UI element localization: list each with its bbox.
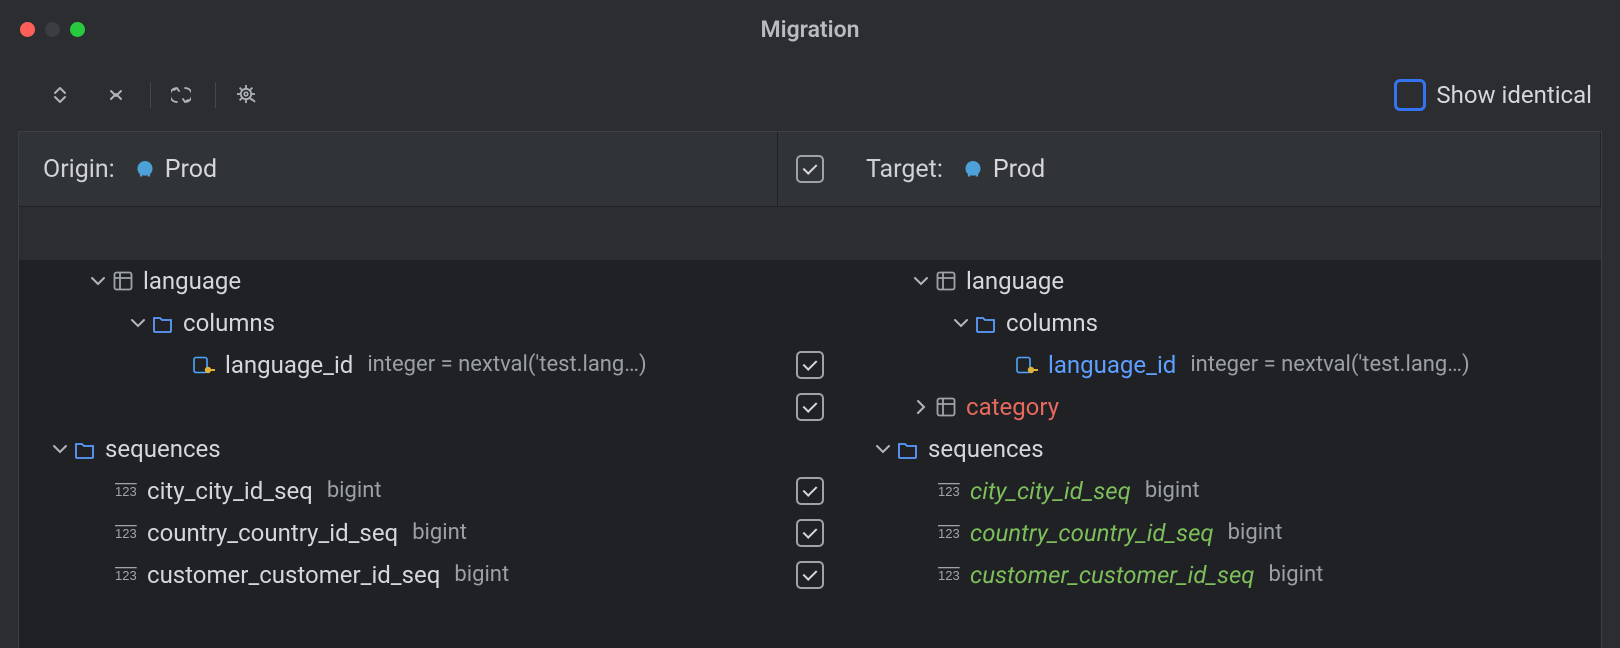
tree-node-table[interactable]: category	[842, 386, 1601, 428]
select-all-cell	[778, 132, 842, 207]
folder-icon	[71, 439, 99, 459]
tree-node-folder[interactable]: columns	[842, 302, 1601, 344]
toolbar-separator	[150, 82, 151, 108]
row-checkbox[interactable]	[796, 393, 824, 421]
row-checkbox[interactable]	[796, 519, 824, 547]
origin-header: Origin: Prod	[19, 132, 778, 207]
sequence-icon	[113, 565, 141, 585]
collapse-all-button[interactable]	[44, 84, 76, 106]
tree-node-sequence[interactable]: customer_customer_id_seq bigint	[842, 554, 1601, 596]
target-datasource-name: Prod	[993, 155, 1045, 184]
origin-label: Origin:	[43, 155, 115, 184]
window-title: Migration	[0, 16, 1620, 43]
row-checkbox[interactable]	[796, 477, 824, 505]
key-column-icon	[191, 355, 219, 375]
postgres-icon	[959, 159, 987, 179]
tree-node-table[interactable]: language	[842, 260, 1601, 302]
expand-all-button[interactable]	[100, 84, 132, 106]
target-tree[interactable]: language columns language_id integer = n…	[842, 260, 1601, 648]
tree-empty-row	[19, 386, 777, 428]
tree-node-column[interactable]: language_id integer = nextval('test.lang…	[842, 344, 1601, 386]
tree-node-table[interactable]: language	[19, 260, 777, 302]
settings-button[interactable]	[230, 83, 264, 107]
origin-tree[interactable]: language columns language_id integer = n…	[19, 260, 778, 648]
chevron-down-icon[interactable]	[87, 271, 109, 291]
table-icon	[932, 271, 960, 291]
titlebar: Migration	[0, 0, 1620, 59]
chevron-down-icon[interactable]	[872, 439, 894, 459]
tree-node-folder[interactable]: sequences	[842, 428, 1601, 470]
chevron-down-icon[interactable]	[950, 313, 972, 333]
origin-datasource-name: Prod	[165, 155, 217, 184]
chevron-right-icon[interactable]	[910, 397, 932, 417]
tree-node-sequence[interactable]: city_city_id_seq bigint	[842, 470, 1601, 512]
postgres-icon	[131, 159, 159, 179]
select-all-checkbox[interactable]	[796, 155, 824, 183]
tree-node-sequence[interactable]: city_city_id_seq bigint	[19, 470, 777, 512]
sequence-icon	[113, 481, 141, 501]
toolbar: Show identical	[0, 59, 1620, 131]
folder-icon	[149, 313, 177, 333]
toolbar-separator	[215, 82, 216, 108]
row-checkbox[interactable]	[796, 561, 824, 589]
chevron-down-icon[interactable]	[910, 271, 932, 291]
folder-icon	[894, 439, 922, 459]
table-icon	[109, 271, 137, 291]
sequence-icon	[936, 565, 964, 585]
sequence-icon	[936, 481, 964, 501]
folder-icon	[972, 313, 1000, 333]
chevron-down-icon[interactable]	[49, 439, 71, 459]
tree-node-folder[interactable]: columns	[19, 302, 777, 344]
sequence-icon	[936, 523, 964, 543]
tree-node-folder[interactable]: sequences	[19, 428, 777, 470]
selection-column	[778, 260, 842, 648]
show-identical-checkbox[interactable]	[1394, 79, 1426, 111]
chevron-down-icon[interactable]	[127, 313, 149, 333]
show-identical-label: Show identical	[1436, 81, 1592, 109]
show-identical-toggle[interactable]: Show identical	[1394, 79, 1592, 111]
target-label: Target:	[866, 155, 943, 184]
tree-node-sequence[interactable]: country_country_id_seq bigint	[842, 512, 1601, 554]
tree-node-sequence[interactable]: customer_customer_id_seq bigint	[19, 554, 777, 596]
tree-node-column[interactable]: language_id integer = nextval('test.lang…	[19, 344, 777, 386]
target-header: Target: Prod	[842, 132, 1601, 207]
swap-sides-button[interactable]	[165, 84, 197, 106]
sequence-icon	[113, 523, 141, 543]
tree-node-sequence[interactable]: country_country_id_seq bigint	[19, 512, 777, 554]
table-icon	[932, 397, 960, 417]
key-column-icon	[1014, 355, 1042, 375]
row-checkbox[interactable]	[796, 351, 824, 379]
